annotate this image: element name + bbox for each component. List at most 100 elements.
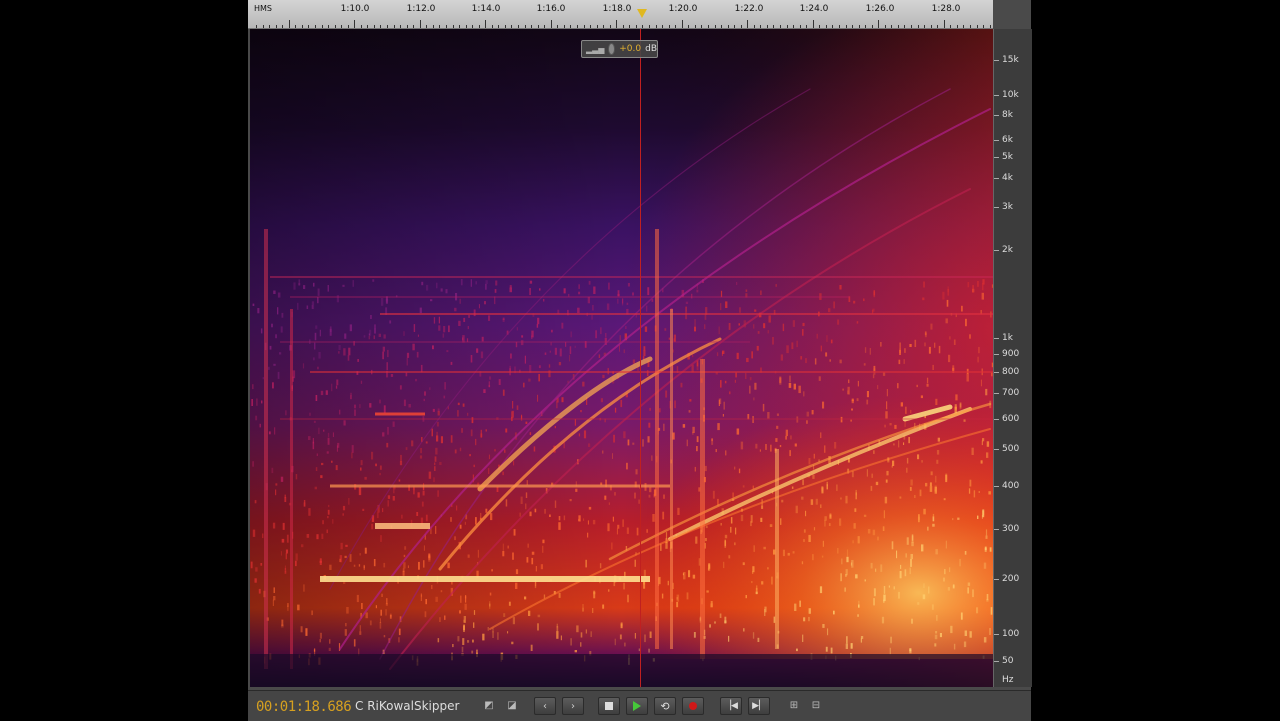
- ruler-tick: [289, 20, 290, 28]
- ruler-tick-label: 1:10.0: [341, 4, 370, 14]
- ruler-tick: [715, 25, 716, 28]
- ruler-tick: [819, 25, 820, 28]
- freq-tick: [994, 354, 999, 355]
- freq-tick: [994, 338, 999, 339]
- skip-start-icon: ▕◀: [724, 701, 738, 711]
- stop-button[interactable]: [598, 697, 620, 715]
- ruler-tick: [813, 20, 814, 28]
- gain-knob-icon[interactable]: [608, 43, 615, 55]
- ruler-tick: [518, 25, 519, 28]
- ruler-tick-label: 1:24.0: [800, 4, 829, 14]
- ruler-tick: [911, 25, 912, 28]
- ruler-tick: [322, 25, 323, 28]
- ruler-tick: [308, 25, 309, 28]
- ruler-tick: [904, 25, 905, 28]
- ruler-tick: [610, 25, 611, 28]
- freq-tick: [994, 661, 999, 662]
- ruler-tick: [636, 25, 637, 28]
- ruler-tick: [682, 20, 683, 28]
- ruler-tick: [531, 25, 532, 28]
- ruler-tick: [642, 25, 643, 28]
- loop-icon: ⟲: [660, 700, 669, 713]
- marquee-select-icon[interactable]: ◩: [483, 699, 495, 711]
- freq-label: 900: [1002, 349, 1019, 359]
- loop-button[interactable]: ⟲: [654, 697, 676, 715]
- playhead-marker-icon[interactable]: [637, 9, 647, 18]
- time-format-label: HMS: [254, 4, 272, 13]
- ruler-tick: [538, 25, 539, 28]
- freq-tick: [994, 634, 999, 635]
- time-ruler[interactable]: HMS 1:10.0 1:12.0 1:14.0 1:16.0 1:18.0 1…: [248, 0, 993, 29]
- ruler-tick: [348, 25, 349, 28]
- freq-tick: [994, 372, 999, 373]
- freq-label: 800: [1002, 367, 1019, 377]
- ruler-tick: [924, 25, 925, 28]
- skip-to-end-button[interactable]: ▶▏: [748, 697, 770, 715]
- ruler-tick: [695, 25, 696, 28]
- freq-tick: [994, 140, 999, 141]
- signal-bars-icon: ▂▃▅: [586, 45, 604, 54]
- ruler-tick: [669, 25, 670, 28]
- zoom-in-amplitude-icon[interactable]: ⊞: [786, 699, 802, 711]
- ruler-tick: [328, 25, 329, 28]
- ruler-tick-label: 1:14.0: [472, 4, 501, 14]
- ruler-tick-label: 1:12.0: [407, 4, 436, 14]
- lasso-select-icon[interactable]: ◪: [506, 699, 518, 711]
- ruler-tick: [584, 25, 585, 28]
- freq-label: 100: [1002, 629, 1019, 639]
- ruler-tick: [990, 25, 991, 28]
- freq-label: 4k: [1002, 173, 1013, 183]
- ruler-tick: [970, 25, 971, 28]
- freq-tick: [994, 95, 999, 96]
- ruler-tick-label: 1:22.0: [735, 4, 764, 14]
- ruler-tick: [662, 25, 663, 28]
- ruler-tick: [511, 25, 512, 28]
- ruler-tick: [380, 25, 381, 28]
- ruler-tick: [282, 25, 283, 28]
- ruler-tick: [839, 25, 840, 28]
- ruler-tick: [878, 20, 879, 28]
- freq-label: 2k: [1002, 245, 1013, 255]
- ruler-tick: [492, 25, 493, 28]
- ruler-tick: [741, 25, 742, 28]
- skip-to-start-button[interactable]: ▕◀: [720, 697, 742, 715]
- ruler-tick: [944, 20, 945, 28]
- nudge-right-button[interactable]: ›: [562, 697, 584, 715]
- freq-label: 50: [1002, 656, 1013, 666]
- spectral-frequency-display[interactable]: [250, 29, 993, 687]
- ruler-tick: [472, 25, 473, 28]
- freq-label: 1k: [1002, 333, 1013, 343]
- ruler-tick: [787, 25, 788, 28]
- ruler-tick: [459, 25, 460, 28]
- ruler-tick-label: 1:28.0: [932, 4, 961, 14]
- gain-value[interactable]: +0.0: [619, 44, 641, 54]
- ruler-tick: [708, 25, 709, 28]
- current-time-display[interactable]: 00:01:18.686: [256, 699, 351, 715]
- ruler-tick: [269, 25, 270, 28]
- ruler-tick: [485, 20, 486, 28]
- frequency-axis[interactable]: 15k 10k 8k 6k 5k 4k 3k 2k 1k 900 800 700…: [993, 29, 1032, 687]
- ruler-tick-label: 1:18.0: [603, 4, 632, 14]
- record-button[interactable]: [682, 697, 704, 715]
- freq-tick: [994, 449, 999, 450]
- ruler-tick-label: 1:20.0: [669, 4, 698, 14]
- nudge-left-button[interactable]: ‹: [534, 697, 556, 715]
- ruler-tick: [721, 25, 722, 28]
- freq-tick: [994, 529, 999, 530]
- watermark-credit: C RiKowalSkipper: [355, 699, 459, 713]
- freq-tick: [994, 207, 999, 208]
- ruler-tick: [551, 20, 552, 28]
- zoom-out-amplitude-icon[interactable]: ⊟: [808, 699, 824, 711]
- play-button[interactable]: [626, 697, 648, 715]
- ruler-tick-label: 1:16.0: [537, 4, 566, 14]
- ruler-tick: [931, 25, 932, 28]
- gain-hud[interactable]: ▂▃▅ +0.0 dB: [581, 40, 658, 58]
- ruler-tick: [498, 25, 499, 28]
- ruler-tick: [557, 25, 558, 28]
- chevron-right-icon: ›: [571, 701, 575, 712]
- ruler-tick: [544, 25, 545, 28]
- ruler-tick: [773, 25, 774, 28]
- playhead-line: [640, 29, 641, 687]
- ruler-tick: [439, 25, 440, 28]
- ruler-tick: [453, 25, 454, 28]
